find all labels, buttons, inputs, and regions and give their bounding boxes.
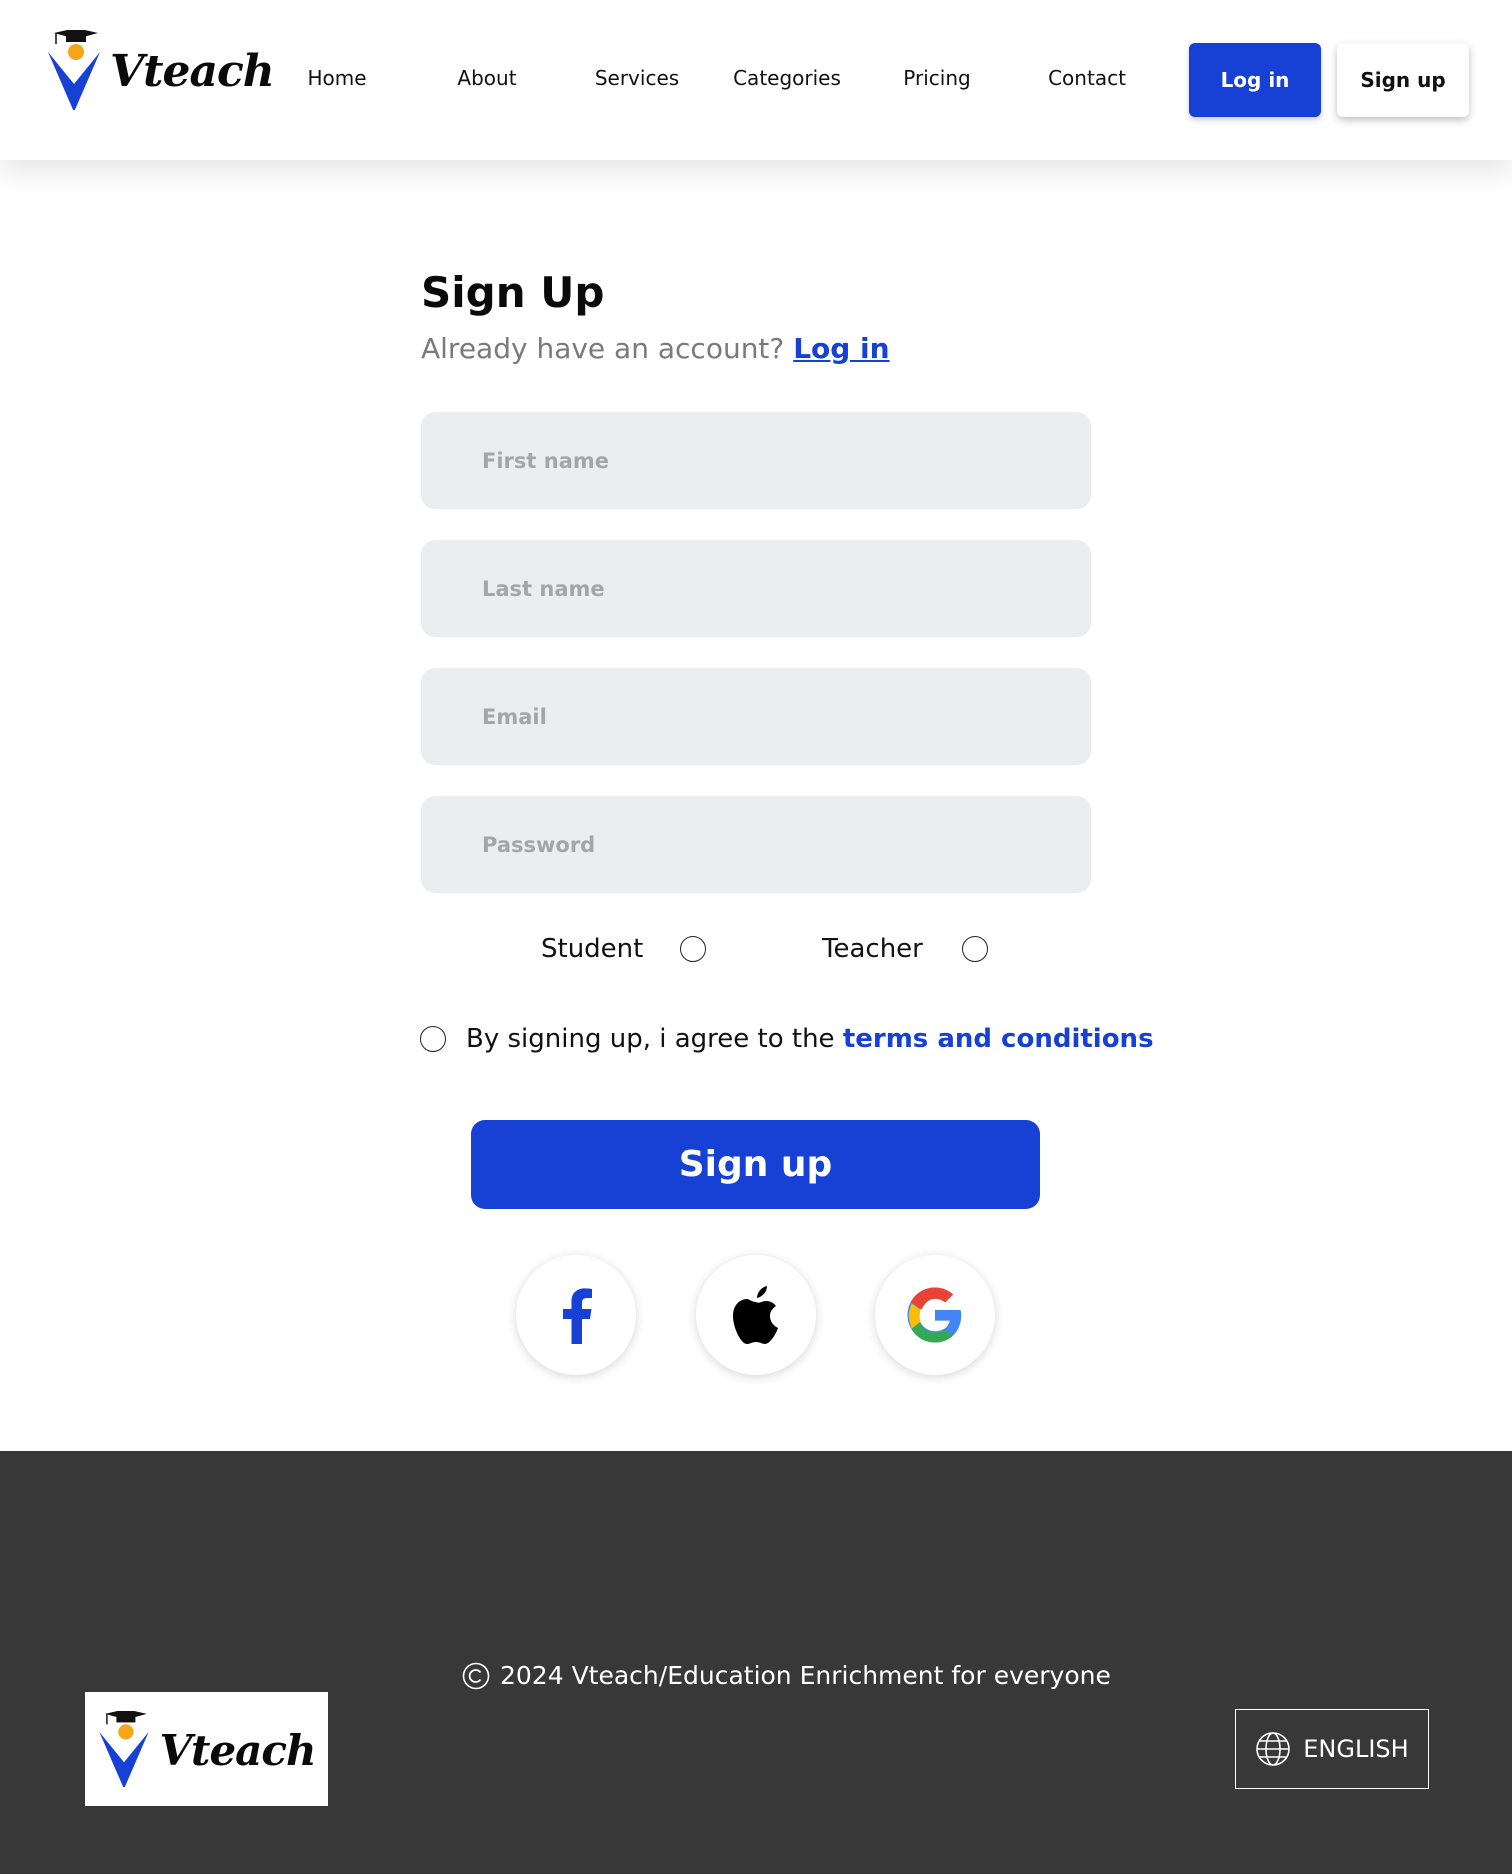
header-signup-button[interactable]: Sign up <box>1337 43 1469 117</box>
last-name-input[interactable] <box>421 540 1091 637</box>
teacher-label: Teacher <box>822 934 923 964</box>
apple-signin-button[interactable] <box>696 1255 816 1375</box>
nav-pricing[interactable]: Pricing <box>903 66 970 90</box>
vteach-logo-icon <box>99 1711 150 1787</box>
footer-brand-name: Vteach <box>159 1725 316 1775</box>
facebook-signin-button[interactable] <box>516 1255 636 1375</box>
globe-icon <box>1256 1732 1291 1766</box>
terms-agreement: By signing up, i agree to the terms and … <box>466 1024 1154 1054</box>
language-selector[interactable]: ENGLISH <box>1235 1709 1429 1789</box>
google-signin-button[interactable] <box>875 1255 995 1375</box>
first-name-input[interactable] <box>421 412 1091 509</box>
nav-about[interactable]: About <box>457 66 516 90</box>
login-prompt: Already have an account? Log in <box>421 332 890 365</box>
facebook-icon <box>563 1288 592 1344</box>
site-footer: 2024 Vteach/Education Enrichment for eve… <box>0 1451 1512 1874</box>
header-login-button[interactable]: Log in <box>1189 43 1321 117</box>
copyright-icon <box>462 1662 490 1689</box>
vteach-logo-icon <box>48 30 100 110</box>
terms-link[interactable]: terms and conditions <box>843 1024 1154 1054</box>
copyright: 2024 Vteach/Education Enrichment for eve… <box>462 1661 1111 1690</box>
footer-brand-logo[interactable]: Vteach <box>85 1692 328 1806</box>
email-input[interactable] <box>421 668 1091 765</box>
nav-services[interactable]: Services <box>595 66 679 90</box>
nav-home[interactable]: Home <box>307 66 366 90</box>
login-prompt-text: Already have an account? <box>421 332 785 365</box>
copyright-text: 2024 Vteach/Education Enrichment for eve… <box>500 1661 1111 1690</box>
student-radio[interactable] <box>680 936 706 962</box>
language-label: ENGLISH <box>1303 1735 1409 1763</box>
teacher-radio[interactable] <box>962 936 988 962</box>
login-link[interactable]: Log in <box>793 332 889 365</box>
nav-contact[interactable]: Contact <box>1048 66 1126 90</box>
terms-agreement-text: By signing up, i agree to the <box>466 1024 835 1054</box>
password-input[interactable] <box>421 796 1091 893</box>
google-icon <box>907 1287 962 1343</box>
brand-logo[interactable]: Vteach <box>46 30 275 110</box>
brand-name: Vteach <box>110 45 275 97</box>
page-title: Sign Up <box>421 268 605 317</box>
apple-icon <box>733 1286 778 1344</box>
signup-submit-button[interactable]: Sign up <box>471 1120 1040 1209</box>
site-header: Vteach Home About Services Categories Pr… <box>0 0 1512 160</box>
terms-checkbox[interactable] <box>420 1026 446 1052</box>
student-label: Student <box>541 934 644 964</box>
nav-categories[interactable]: Categories <box>733 66 841 90</box>
